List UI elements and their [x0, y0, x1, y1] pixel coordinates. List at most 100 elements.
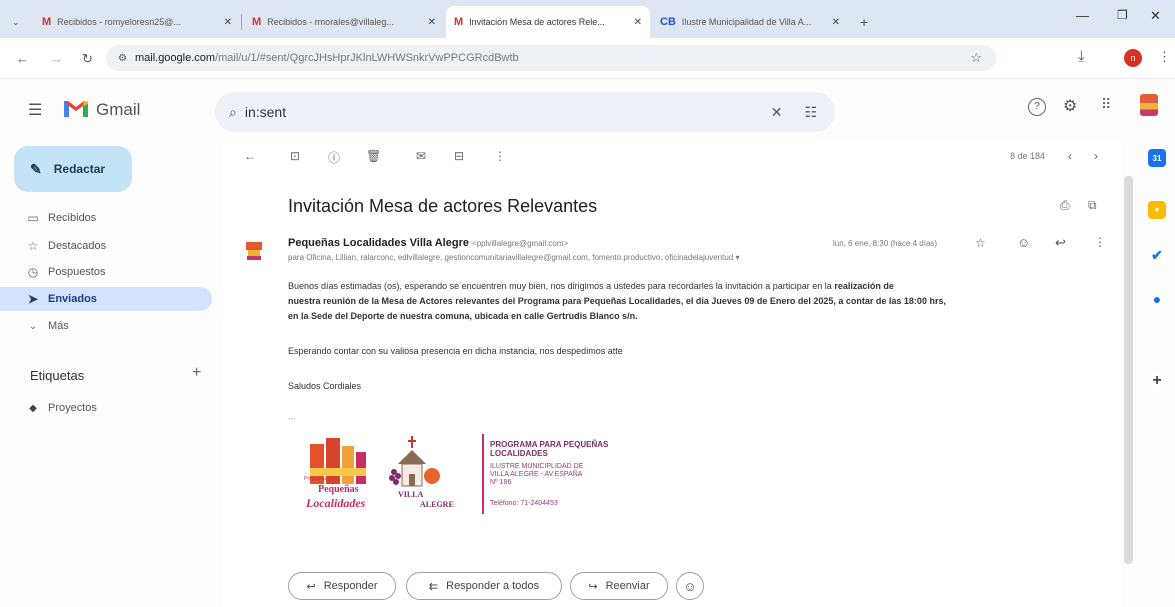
- tab-recibidos-2[interactable]: M Recibidos - rmorales@villaleg... ✕: [244, 6, 444, 38]
- sidebar-item-mas[interactable]: ⌄ Más: [0, 314, 212, 338]
- message-more-icon[interactable]: ⋮: [1094, 235, 1106, 249]
- sender-line: Pequeñas Localidades Villa Alegre <pplvi…: [288, 237, 568, 249]
- account-avatar[interactable]: [1140, 94, 1158, 116]
- apps-grid-icon[interactable]: ⠿: [1101, 96, 1111, 113]
- next-chevron-icon[interactable]: ›: [1094, 149, 1098, 163]
- tab-recibidos-1[interactable]: M Recibidos - romyeloresn25@... ✕: [34, 6, 240, 38]
- calendar-app-icon[interactable]: 31: [1148, 149, 1166, 167]
- search-icon[interactable]: ⌕: [229, 104, 237, 121]
- emoji-reply-button[interactable]: ☺: [676, 572, 704, 600]
- sidebar-item-label: Recibidos: [48, 212, 97, 224]
- delete-trash-icon[interactable]: 🗑: [366, 149, 381, 163]
- reply-all-label: Responder a todos: [446, 580, 540, 592]
- more-vert-icon[interactable]: ⋮: [1158, 49, 1171, 65]
- search-bar[interactable]: ⌕ in:sent ✕ ☷: [215, 92, 835, 132]
- archive-icon[interactable]: ⊡: [290, 149, 300, 163]
- email-subject: Invitación Mesa de actores Relevantes: [288, 196, 598, 216]
- sidebar-item-label: Proyectos: [48, 402, 97, 414]
- sender-email: <pplvillalegre@gmail.com>: [472, 239, 569, 248]
- sender-avatar: [244, 240, 264, 262]
- reply-icon: ↩: [306, 580, 316, 593]
- star-message-icon[interactable]: ☆: [975, 236, 986, 250]
- sidebar-item-enviados[interactable]: ➤ Enviados: [0, 287, 212, 311]
- gmail-logo-icon[interactable]: [62, 97, 90, 124]
- tab-search-dropdown[interactable]: ⌄: [4, 6, 32, 38]
- recipients-expand-icon[interactable]: ▾: [735, 253, 739, 262]
- tasks-app-icon[interactable]: ✔: [1148, 246, 1166, 264]
- back-arrow-icon[interactable]: ←: [16, 51, 29, 66]
- body-paragraph-1-line-2: nuestra reunión de la Mesa de Actores re…: [288, 296, 946, 306]
- settings-gear-icon[interactable]: ⚙: [1063, 96, 1077, 116]
- close-icon[interactable]: ✕: [224, 17, 232, 28]
- reload-icon[interactable]: ↻: [82, 51, 93, 67]
- close-icon[interactable]: ✕: [634, 17, 642, 28]
- logo-word-localidades: Localidades: [306, 496, 366, 510]
- scrollbar[interactable]: [1124, 176, 1133, 564]
- signature-logo: Programa para Pequeñas Localidades VILLA…: [302, 436, 472, 520]
- prev-chevron-icon[interactable]: ‹: [1068, 149, 1072, 163]
- print-icon[interactable]: ⎙: [1060, 198, 1070, 213]
- profile-avatar-icon[interactable]: n: [1124, 49, 1142, 67]
- contacts-app-icon[interactable]: ●: [1148, 290, 1166, 308]
- mark-unread-icon[interactable]: ✉: [416, 149, 426, 163]
- tab-title: Recibidos - rmorales@villaleg...: [267, 17, 394, 27]
- add-addon-plus-icon[interactable]: +: [1148, 372, 1166, 390]
- help-icon[interactable]: ?: [1028, 98, 1046, 116]
- address-bar[interactable]: ⚙ mail.google.com /mail/u/1/#sent/QgrcJH…: [106, 45, 996, 71]
- site-settings-icon[interactable]: ⚙: [118, 53, 127, 64]
- bookmark-star-icon[interactable]: ☆: [970, 50, 982, 66]
- forward-button[interactable]: ↪ Reenviar: [570, 572, 668, 600]
- emoji-react-icon[interactable]: ☺: [1017, 235, 1030, 250]
- close-icon[interactable]: ✕: [428, 17, 436, 28]
- window-close-icon[interactable]: ✕: [1150, 8, 1161, 24]
- gmail-favicon-icon: M: [42, 16, 52, 28]
- sidebar-item-proyectos[interactable]: ◆ Proyectos: [0, 396, 212, 420]
- clear-search-icon[interactable]: ✕: [771, 104, 783, 121]
- logo-word-pequenas: Pequeñas: [318, 484, 359, 495]
- body-paragraph-1-line-3: en la Sede del Deporte de nuestra comuna…: [288, 311, 638, 321]
- search-options-icon[interactable]: ☷: [804, 104, 817, 121]
- add-label-plus-icon[interactable]: +: [192, 364, 201, 382]
- open-new-window-icon[interactable]: ⧉: [1088, 198, 1097, 213]
- close-icon[interactable]: ✕: [832, 17, 840, 28]
- tab-municipalidad[interactable]: CB Ilustre Municipalidad de Villa A... ✕: [652, 6, 848, 38]
- back-to-list-arrow-icon[interactable]: ←: [244, 149, 256, 163]
- tab-invitacion[interactable]: M Invitación Mesa de actores Rele... ✕: [446, 6, 650, 38]
- muni-line-1: ILUSTRE MUNICIPLIDAD DE: [490, 463, 584, 470]
- restore-icon[interactable]: ❐: [1117, 8, 1128, 22]
- sidebar-item-pospuestos[interactable]: ◷ Pospuestos: [0, 260, 212, 284]
- search-input[interactable]: in:sent: [245, 104, 286, 120]
- address-toolbar: ← → ↻ ⚙ mail.google.com /mail/u/1/#sent/…: [0, 38, 1175, 79]
- signature-municipality: ILUSTRE MUNICIPLIDAD DE VILLA ALEGRE - A…: [490, 463, 583, 487]
- download-icon[interactable]: ⤓: [1078, 48, 1085, 65]
- forward-arrow-icon[interactable]: →: [50, 51, 63, 66]
- trimmed-content-ellipsis[interactable]: ...: [288, 410, 296, 423]
- logo-alegre-text: ALEGRE: [420, 500, 454, 509]
- report-spam-icon[interactable]: ⓘ: [328, 149, 340, 166]
- keep-app-icon[interactable]: ▪: [1148, 201, 1166, 219]
- sidebar-item-destacados[interactable]: ☆ Destacados: [0, 234, 212, 258]
- recipients-line[interactable]: para Oficina, Lillian, ralarconc, edlvil…: [288, 253, 740, 262]
- new-tab-button[interactable]: +: [852, 6, 878, 38]
- main-menu-icon[interactable]: ☰: [28, 100, 42, 120]
- gmail-favicon-icon: M: [454, 16, 464, 28]
- minimize-icon[interactable]: —: [1076, 8, 1089, 23]
- more-options-icon[interactable]: ⋮: [494, 149, 506, 163]
- move-to-icon[interactable]: ⊟: [454, 149, 464, 163]
- tab-divider: [241, 14, 242, 30]
- body-paragraph-2: Esperando contar con su valiosa presenci…: [288, 346, 623, 356]
- muni-line-3: Nº 186: [490, 479, 512, 486]
- reply-arrow-icon[interactable]: ↩: [1055, 235, 1066, 251]
- tab-title: Recibidos - romyeloresn25@...: [57, 17, 181, 27]
- recipients-text: para Oficina, Lillian, ralarconc, edlvil…: [288, 253, 734, 262]
- compose-button[interactable]: ✎ Redactar: [14, 146, 132, 192]
- sidebar-item-recibidos[interactable]: ▭ Recibidos: [0, 206, 212, 230]
- inbox-icon: ▭: [27, 211, 39, 225]
- reply-all-button[interactable]: ⇇ Responder a todos: [406, 572, 562, 600]
- municipal-favicon-icon: CB: [660, 16, 676, 28]
- send-icon: ➤: [27, 292, 39, 306]
- star-icon: ☆: [27, 239, 39, 253]
- chevron-down-icon: ⌄: [12, 16, 20, 27]
- signature-program: PROGRAMA PARA PEQUEÑAS LOCALIDADES: [490, 440, 608, 458]
- reply-button[interactable]: ↩ Responder: [288, 572, 396, 600]
